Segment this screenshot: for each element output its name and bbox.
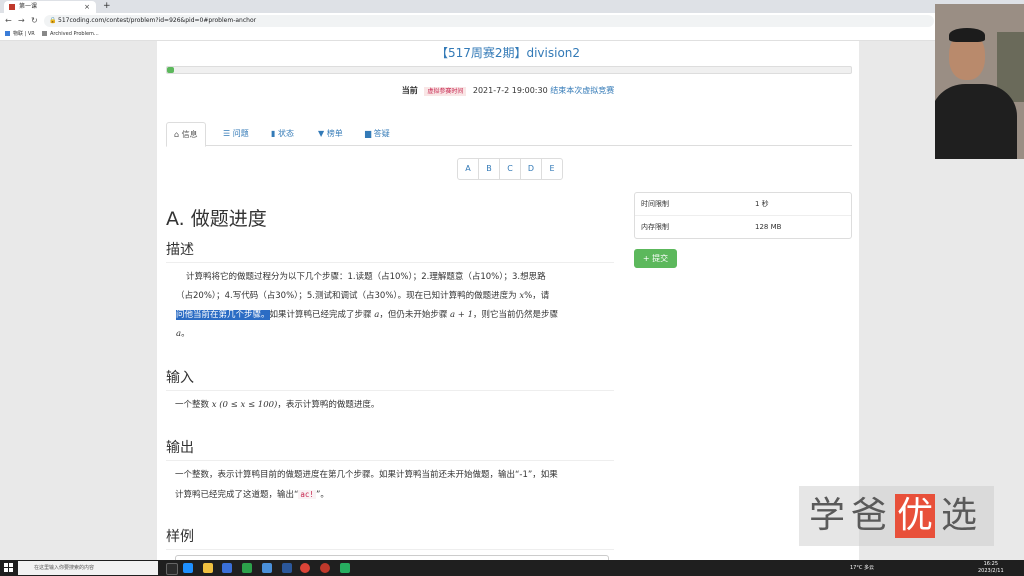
- bookmark-item[interactable]: 物联 | VR: [5, 29, 35, 40]
- chrome-icon[interactable]: [300, 563, 310, 573]
- system-tray-weather[interactable]: 17°C 多云: [850, 560, 874, 576]
- address-bar-row: ← → ↻ 🔒 517coding.com/contest/problem?id…: [0, 13, 1024, 29]
- home-icon: ⌂: [174, 130, 180, 139]
- file-explorer-icon[interactable]: [203, 563, 213, 573]
- status-label: 当前: [401, 86, 418, 95]
- contest-tabs: ⌂ 信息 ☰ 问题 ▮ 状态 ▼ 榜单 ▆ 答疑: [166, 122, 852, 147]
- mail-icon[interactable]: [222, 563, 232, 573]
- tab-close-icon[interactable]: ×: [84, 1, 90, 13]
- pager-item-c[interactable]: C: [500, 159, 521, 179]
- webcam-overlay: [935, 4, 1024, 159]
- app2-icon[interactable]: [340, 563, 350, 573]
- url-input[interactable]: 🔒 517coding.com/contest/problem?id=926&p…: [44, 15, 934, 27]
- taskbar-search-input[interactable]: 在这里输入你要搜索的内容: [18, 561, 158, 575]
- bar-chart-icon: ▮: [271, 129, 276, 138]
- presenter-hair: [949, 28, 985, 42]
- windows-start-icon[interactable]: [4, 563, 14, 573]
- forward-arrow-icon[interactable]: →: [18, 15, 25, 27]
- contest-progress-bar: [166, 66, 852, 74]
- pager-item-a[interactable]: A: [458, 159, 479, 179]
- end-virtual-contest-link[interactable]: 结束本次虚拟竞赛: [550, 86, 614, 95]
- list-icon: ☰: [223, 129, 231, 138]
- limits-panel: 时间限制 1 秒 内存限制 128 MB: [634, 192, 852, 239]
- bookmark-item[interactable]: Archived Problem...: [42, 29, 99, 40]
- tab-info[interactable]: ⌂ 信息: [166, 122, 206, 147]
- output-text: 一个整数，表示计算鸭目前的做题进度在第几个步骤。如果计算鸭当前还未开始做题，输出…: [175, 470, 558, 500]
- edge-icon[interactable]: [183, 563, 193, 573]
- watermark: 学 爸 优 选: [799, 486, 994, 546]
- task-view-icon[interactable]: [166, 563, 178, 575]
- plus-icon: +: [642, 254, 650, 263]
- taskbar: 在这里输入你要搜索的内容 17°C 多云 16:25 2023/2/11: [0, 560, 1024, 576]
- input-text: 一个整数 x (0 ≤ x ≤ 100)，表示计算鸭的做题进度。: [175, 400, 380, 410]
- tab-problems[interactable]: ☰ 问题: [223, 122, 249, 145]
- app-icon[interactable]: [262, 563, 272, 573]
- contest-time: 2021-7-2 19:00:30: [472, 86, 548, 95]
- pager-item-e[interactable]: E: [542, 159, 562, 179]
- description-text: 计算鸭将它的做题过程分为以下几个步骤：1.读题（占10%）；2.理解题意（占10…: [176, 272, 559, 339]
- contest-title[interactable]: 【517周赛2期】division2: [157, 44, 859, 61]
- problem-pager: A B C D E: [457, 158, 563, 180]
- bookmark-icon: [5, 31, 10, 36]
- contest-status: 当前 虚拟参赛时间 2021-7-2 19:00:30 结束本次虚拟竞赛: [157, 85, 859, 96]
- url-text: 517coding.com/contest/problem?id=926&pid…: [58, 17, 257, 24]
- tab-favicon-icon: [9, 4, 15, 10]
- recorder-icon[interactable]: [320, 563, 330, 573]
- inline-code: ac!: [298, 490, 316, 499]
- lock-icon: 🔒: [49, 17, 57, 24]
- presenter-body: [935, 84, 1017, 159]
- sample-heading: 样例: [166, 526, 614, 550]
- content-panel: 【517周赛2期】division2 当前 虚拟参赛时间 2021-7-2 19…: [157, 41, 859, 560]
- tab-ranking[interactable]: ▼ 榜单: [318, 122, 343, 145]
- bookmarks-bar: 物联 | VR Archived Problem...: [0, 29, 1024, 41]
- submit-button[interactable]: + 提交: [634, 249, 677, 268]
- output-heading: 输出: [166, 437, 614, 461]
- word-icon[interactable]: [282, 563, 292, 573]
- reload-icon[interactable]: ↻: [31, 15, 38, 27]
- taskbar-clock[interactable]: 16:25 2023/2/11: [978, 561, 1004, 575]
- description-heading: 描述: [166, 239, 614, 263]
- comment-icon: ▆: [365, 129, 372, 138]
- back-arrow-icon[interactable]: ←: [5, 15, 12, 27]
- selected-text: 问他当前在第几个步骤。: [176, 310, 270, 320]
- browser-tab[interactable]: 第一课 ×: [4, 1, 96, 13]
- input-heading: 输入: [166, 367, 614, 391]
- browser-tab-bar: 第一课 × +: [0, 0, 1024, 13]
- trophy-icon: ▼: [318, 129, 325, 138]
- progress-fill: [167, 67, 174, 73]
- status-badge: 虚拟参赛时间: [424, 87, 467, 96]
- tab-qa[interactable]: ▆ 答疑: [365, 122, 390, 145]
- memory-limit-row: 内存限制 128 MB: [641, 223, 782, 231]
- time-limit-row: 时间限制 1 秒: [635, 193, 851, 216]
- tab-status[interactable]: ▮ 状态: [271, 122, 294, 145]
- new-tab-button[interactable]: +: [103, 0, 111, 13]
- tab-title: 第一课: [19, 3, 38, 10]
- pager-item-d[interactable]: D: [521, 159, 542, 179]
- page-viewport: 【517周赛2期】division2 当前 虚拟参赛时间 2021-7-2 19…: [0, 41, 1024, 560]
- wechat-icon[interactable]: [242, 563, 252, 573]
- bookmark-icon: [42, 31, 47, 36]
- problem-title: A. 做题进度: [166, 208, 267, 230]
- pager-item-b[interactable]: B: [479, 159, 500, 179]
